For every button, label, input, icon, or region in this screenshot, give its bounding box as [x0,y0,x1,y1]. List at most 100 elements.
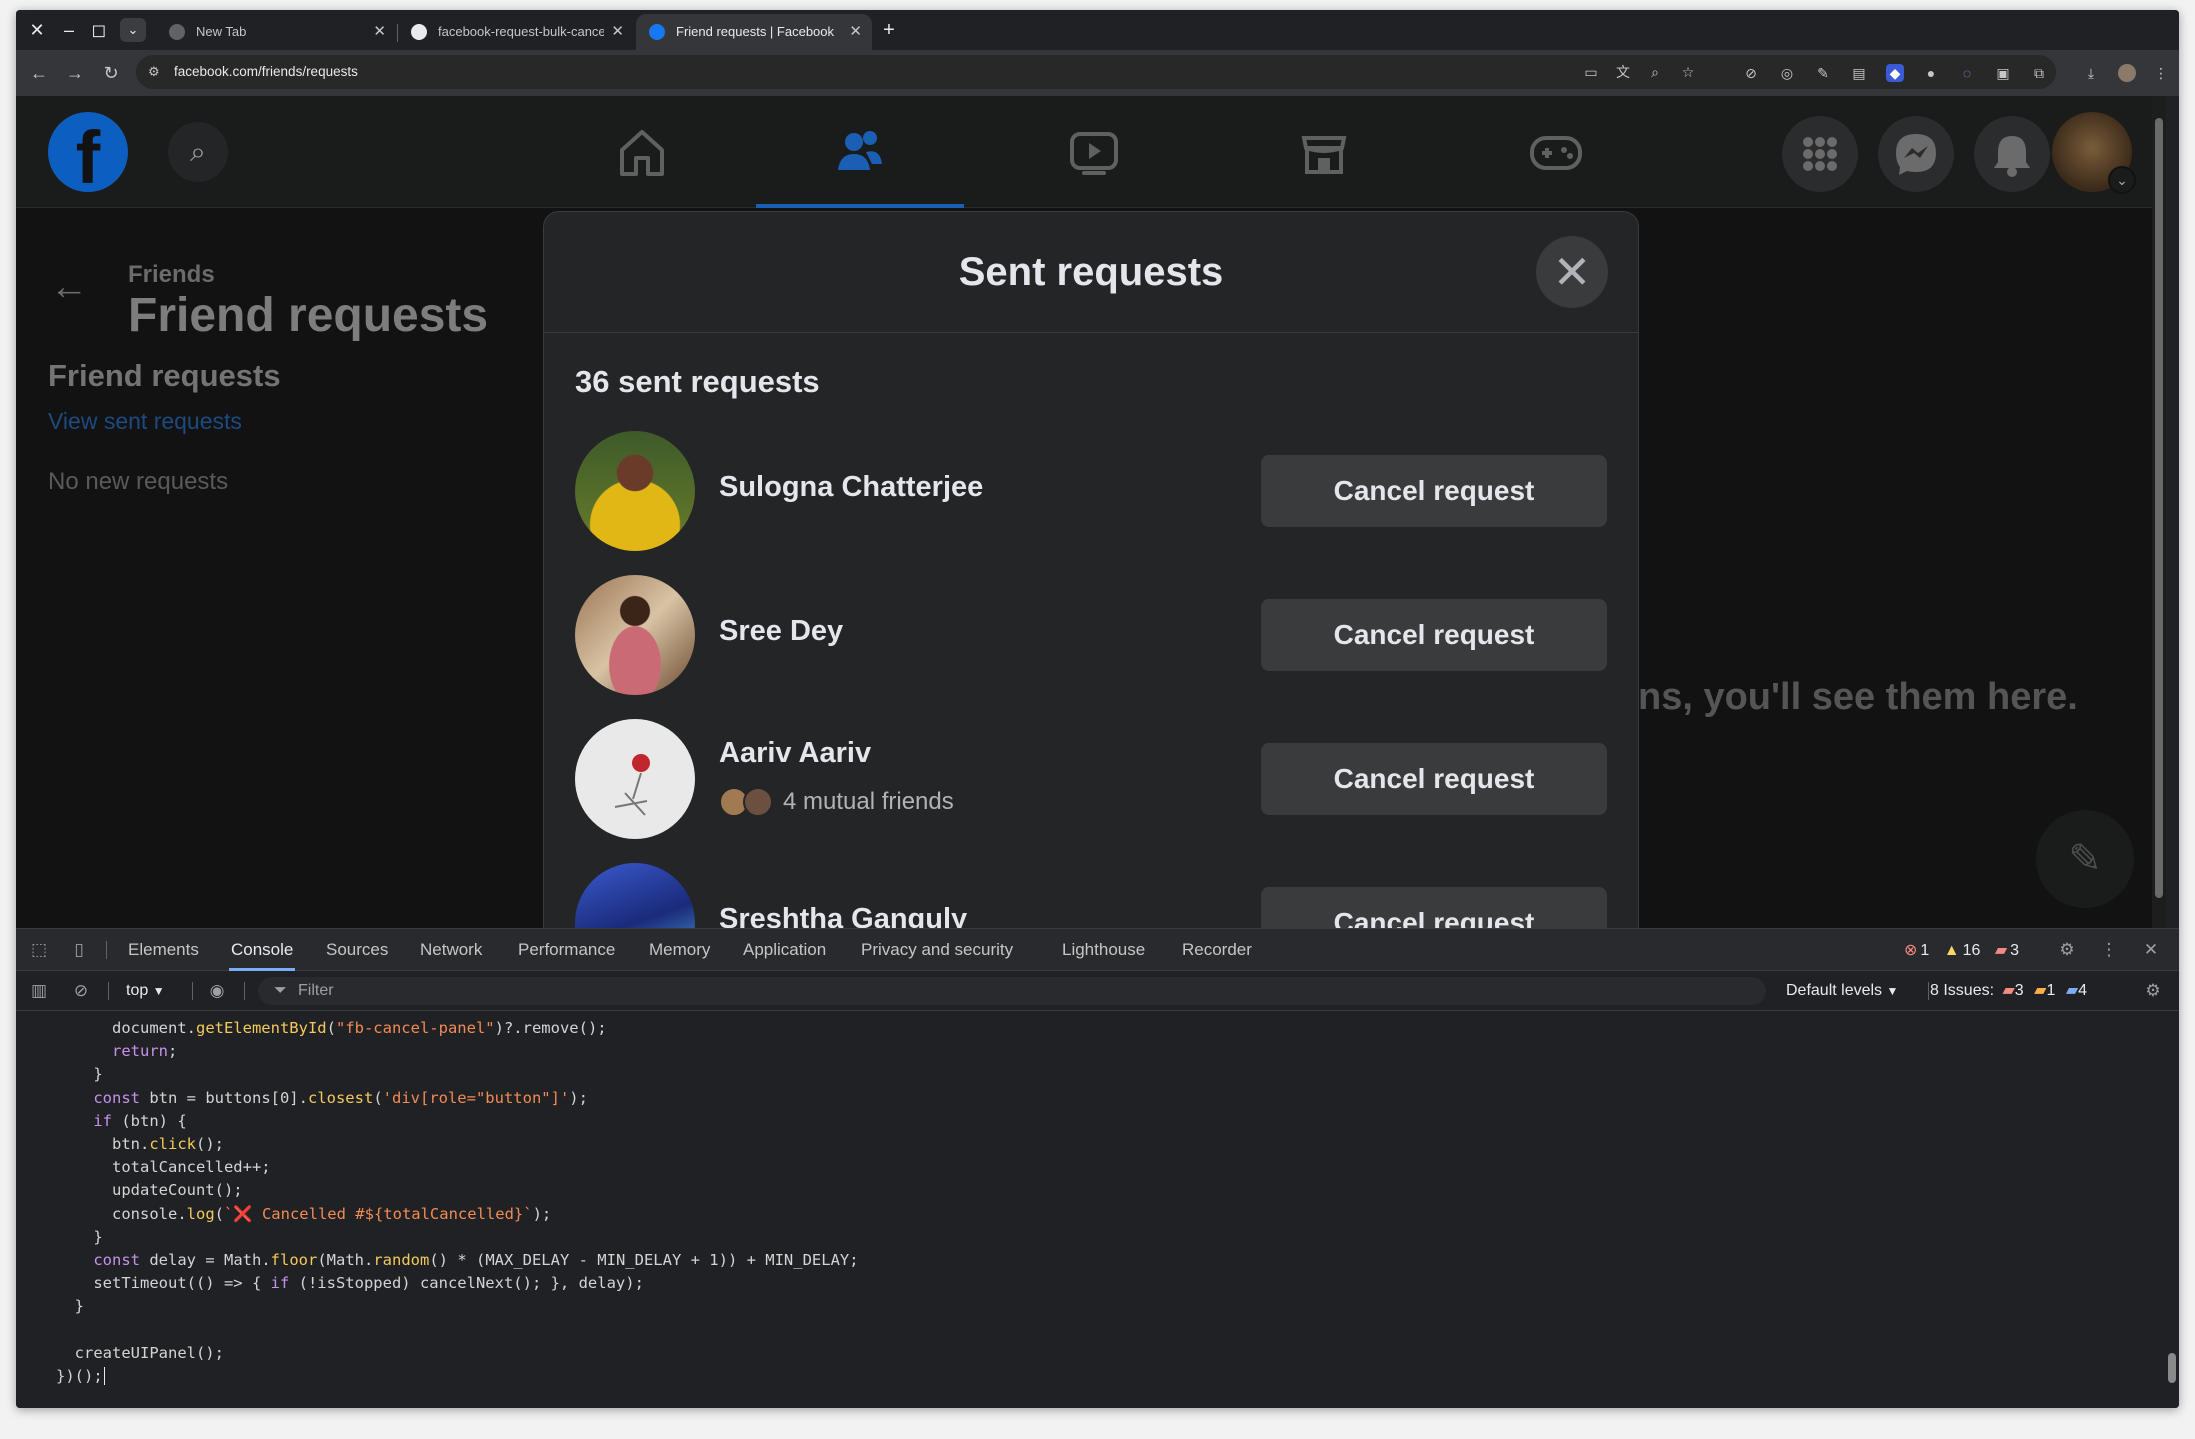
marketplace-icon[interactable] [1296,124,1352,180]
zoom-icon[interactable]: ⌕ [1646,63,1664,81]
tab-recorder[interactable]: Recorder [1182,929,1252,971]
device-toolbar-icon[interactable]: ▯ [68,939,90,961]
extension-icon[interactable]: ✎ [1814,64,1832,82]
clear-console-icon[interactable]: ⊘ [70,980,92,1002]
tab-application[interactable]: Application [743,929,826,971]
avatar[interactable] [575,719,695,839]
extension-icon[interactable]: ◎ [1778,64,1796,82]
scrollbar-thumb[interactable] [2168,1353,2176,1383]
mutual-friends[interactable]: 4 mutual friends [719,785,954,819]
forward-icon[interactable]: → [64,62,86,84]
code-line: })(); [16,1365,2166,1388]
download-icon[interactable]: ⤓ [2082,64,2100,82]
avatar[interactable] [575,575,695,695]
code-line: } [16,1295,2166,1318]
home-icon[interactable] [614,124,670,180]
minimize-icon[interactable]: – [58,19,80,41]
gaming-icon[interactable] [1528,124,1584,180]
tab-lighthouse[interactable]: Lighthouse [1062,929,1145,971]
tab-search-icon[interactable]: ⌄ [120,18,146,42]
facebook-logo-icon[interactable]: f [48,112,128,192]
close-icon[interactable]: ✕ [2140,939,2162,961]
issues-counter[interactable]: 8 Issues: ▰3 ▰1 ▰4 [1930,971,2087,1011]
scrollbar-thumb[interactable] [2155,118,2163,898]
code-line: if (btn) { [16,1110,2166,1133]
inspect-element-icon[interactable]: ⬚ [28,939,50,961]
search-icon[interactable]: ⌕ [168,122,228,182]
notifications-bell-icon[interactable] [1974,116,2050,192]
cancel-request-button[interactable]: Cancel request [1261,599,1607,671]
avatar[interactable] [575,431,695,551]
extension-icon[interactable]: ◆ [1886,64,1904,82]
request-name[interactable]: Sulogna Chatterjee [719,471,983,504]
close-icon[interactable]: ✕ [1536,236,1608,308]
close-window-icon[interactable]: ✕ [26,19,48,41]
tab-privacy-security[interactable]: Privacy and security [861,929,1013,971]
reload-icon[interactable]: ↻ [100,62,122,84]
tab-new-tab[interactable]: New Tab ✕ [156,14,396,50]
bookmark-star-icon[interactable]: ☆ [1679,63,1697,81]
view-sent-requests-link[interactable]: View sent requests [48,408,242,435]
video-icon[interactable] [1066,124,1122,180]
levels-dropdown[interactable]: Default levels ▼ [1786,971,1898,1011]
cancel-request-button[interactable]: Cancel request [1261,455,1607,527]
menu-grid-icon[interactable] [1782,116,1858,192]
tab-console[interactable]: Console [228,929,296,971]
more-menu-icon[interactable]: ⋮ [2098,939,2120,961]
extensions-puzzle-icon[interactable]: ⧉ [2030,64,2048,82]
console-settings-icon[interactable]: ⚙ [2142,980,2164,1002]
request-name[interactable]: Aariv Aariv [719,737,871,770]
account-avatar[interactable]: ⌄ [2052,112,2136,194]
code-text: const delay = Math.floor(Math.random() *… [93,1250,859,1269]
extension-icon[interactable]: ● [1922,64,1940,82]
compose-icon[interactable]: ✎ [2036,810,2134,908]
translate-icon[interactable]: 文 [1614,63,1632,81]
tab-sources[interactable]: Sources [326,929,388,971]
tab-memory[interactable]: Memory [649,929,710,971]
tab-performance[interactable]: Performance [518,929,615,971]
tab-network[interactable]: Network [420,929,482,971]
profile-avatar-icon[interactable] [2118,64,2136,82]
console-output[interactable]: document.getElementById("fb-cancel-panel… [16,1013,2166,1408]
eye-icon[interactable]: ◉ [206,980,228,1002]
context-selector[interactable]: top ▼ [126,971,165,1011]
address-bar[interactable]: ⚙ facebook.com/friends/requests ▭ 文 ⌕ ☆ [136,55,2056,89]
avatar[interactable] [575,863,695,928]
cancel-request-button[interactable]: Cancel request [1261,887,1607,928]
url-text[interactable]: facebook.com/friends/requests [174,55,358,89]
console-counts[interactable]: ⊗ 1 ▲ 16 ▰ 3 [1904,940,2019,960]
messenger-icon[interactable] [1878,116,1954,192]
request-name[interactable]: Sreshtha Ganguly [719,903,967,928]
tab-elements[interactable]: Elements [128,929,199,971]
close-tab-icon[interactable]: ✕ [849,14,862,50]
cast-icon[interactable]: ▭ [1582,63,1600,81]
maximize-icon[interactable]: ◻ [88,19,110,41]
close-tab-icon[interactable]: ✕ [373,14,386,50]
console-scrollbar[interactable] [2165,1013,2179,1408]
close-tab-icon[interactable]: ✕ [611,14,624,50]
issue-error-icon: ▰ [2002,982,2015,999]
friends-icon[interactable] [832,124,888,180]
back-icon[interactable]: ← [28,62,50,84]
filter-input[interactable]: ⏷ Filter [258,977,1766,1005]
site-info-icon[interactable]: ⚙ [148,64,164,80]
code-text: setTimeout(() => { if (!isStopped) cance… [56,1274,644,1293]
extension-icon[interactable]: ⊘ [1742,64,1760,82]
extension-icon[interactable]: ▣ [1994,64,2012,82]
tab-facebook[interactable]: Friend requests | Facebook ✕ [636,14,872,50]
breadcrumb[interactable]: Friends [128,261,215,289]
extension-icon[interactable]: ◌ [1958,64,1976,82]
more-menu-icon[interactable]: ⋮ [2152,64,2170,82]
no-requests-text: No new requests [48,468,229,495]
tab-github[interactable]: facebook-request-bulk-cancel ✕ [398,14,634,50]
sent-requests-count: 36 sent requests [575,364,820,399]
active-nav-indicator [756,204,964,208]
new-tab-icon[interactable]: + [878,19,900,41]
cancel-request-button[interactable]: Cancel request [1261,743,1607,815]
request-name[interactable]: Sree Dey [719,615,843,648]
sidebar-toggle-icon[interactable]: ▥ [28,980,50,1002]
back-arrow-icon[interactable]: ← [50,266,88,309]
gear-icon[interactable]: ⚙ [2056,939,2078,961]
page-scrollbar[interactable] [2152,96,2166,928]
extension-icon[interactable]: ▤ [1850,64,1868,82]
